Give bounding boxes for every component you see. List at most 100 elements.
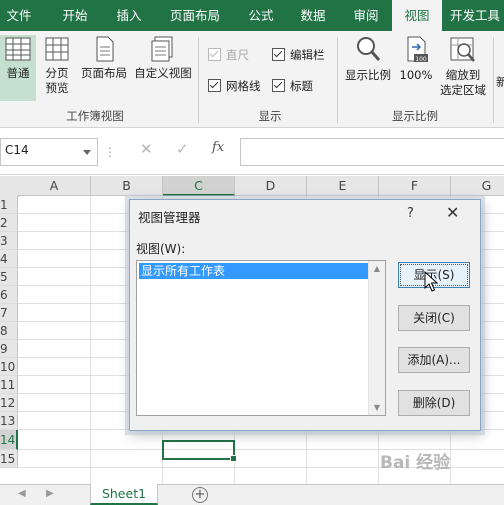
close-icon[interactable]: ✕	[446, 203, 459, 222]
column-header-f[interactable]: F	[379, 176, 451, 196]
formula-bar: C14 ⋮ ✕ ✓ fx	[0, 128, 504, 175]
sheet-nav-prev-icon[interactable]: ◀	[18, 488, 26, 499]
delete-view-button[interactable]: 删除(D)	[398, 390, 470, 416]
ribbon-view: 普通 分页 预览 页面布局 自定义视图 工作簿视图 直尺 编辑栏 网格线 标题 …	[0, 31, 504, 128]
tab-page-layout[interactable]: 页面布局	[163, 0, 227, 31]
column-header-g[interactable]: G	[451, 176, 504, 196]
formula-input[interactable]	[240, 138, 504, 166]
scroll-up-icon[interactable]: ▲	[369, 264, 385, 273]
checkbox-box	[272, 48, 285, 61]
row-header-10[interactable]: 10	[0, 358, 18, 376]
tab-view[interactable]: 视图	[392, 0, 442, 32]
active-cell-c14[interactable]	[162, 440, 237, 462]
row-header-7[interactable]: 7	[0, 304, 18, 322]
cancel-icon[interactable]: ✕	[140, 140, 153, 158]
name-box-value: C14	[5, 143, 29, 157]
svg-text:100: 100	[415, 56, 427, 63]
row-header-5[interactable]: 5	[0, 268, 18, 286]
checkbox-box	[208, 48, 221, 61]
zoom-100-label: 100%	[399, 68, 433, 82]
new-window-button[interactable]: 新	[496, 75, 504, 90]
tab-data[interactable]: 数据	[290, 0, 336, 31]
close-button[interactable]: 关闭(C)	[398, 305, 470, 331]
page-layout-icon	[96, 36, 114, 62]
custom-views-label: 自定义视图	[134, 66, 192, 80]
row-header-11[interactable]: 11	[0, 376, 18, 394]
tab-home[interactable]: 开始	[52, 0, 98, 31]
row-header-14[interactable]: 14	[0, 430, 18, 450]
sheet-tab-sheet1[interactable]: Sheet1	[90, 484, 158, 505]
zoom-to-selection-label: 缩放到 选定区域	[440, 68, 486, 97]
zoom-to-selection-icon	[450, 37, 475, 62]
group-divider	[198, 37, 199, 123]
group-divider	[337, 37, 338, 123]
normal-view-button[interactable]: 普通	[0, 35, 36, 101]
dialog-title: 视图管理器	[138, 210, 201, 225]
page-layout-view-button[interactable]: 页面布局	[78, 35, 130, 81]
views-listbox[interactable]: 显示所有工作表 ▲ ▼	[136, 260, 386, 416]
headings-label: 标题	[290, 79, 313, 93]
scroll-down-icon[interactable]: ▼	[369, 403, 385, 412]
group-divider	[493, 37, 494, 123]
row-header-2[interactable]: 2	[0, 214, 18, 232]
add-view-button[interactable]: 添加(A)...	[398, 347, 470, 373]
add-sheet-icon[interactable]: +	[192, 487, 208, 503]
checkbox-box	[208, 79, 221, 92]
zoom-button[interactable]: 显示比例	[340, 35, 396, 83]
select-all-corner[interactable]	[0, 176, 19, 197]
row-header-3[interactable]: 3	[0, 232, 18, 250]
workbook-views-group-label: 工作簿视图	[66, 109, 124, 123]
tab-developer[interactable]: 开发工具	[450, 0, 504, 31]
listbox-scrollbar[interactable]: ▲ ▼	[368, 261, 385, 415]
gridlines-label: 网格线	[226, 79, 261, 93]
insert-function-icon[interactable]: fx	[212, 140, 224, 155]
page-break-preview-button[interactable]: 分页 预览	[40, 35, 74, 96]
column-header-b[interactable]: B	[91, 176, 163, 196]
show-group-label: 显示	[258, 109, 282, 123]
enter-icon[interactable]: ✓	[176, 140, 189, 158]
row-header-13[interactable]: 13	[0, 412, 18, 430]
tab-review[interactable]: 审阅	[343, 0, 389, 31]
zoom-group-label: 显示比例	[392, 109, 438, 123]
normal-view-label: 普通	[6, 66, 30, 80]
new-window-label: 新	[496, 75, 504, 89]
tab-formulas[interactable]: 公式	[238, 0, 284, 31]
zoom-label: 显示比例	[345, 68, 391, 82]
watermark: Bai 经验	[380, 453, 451, 473]
custom-views-icon	[151, 36, 173, 62]
sheet-nav-next-icon[interactable]: ▶	[46, 488, 54, 499]
row-header-4[interactable]: 4	[0, 250, 18, 268]
column-header-d[interactable]: D	[235, 176, 307, 196]
row-header-1[interactable]: 1	[0, 196, 18, 214]
row-header-9[interactable]: 9	[0, 340, 18, 358]
zoom-to-selection-button[interactable]: 缩放到 选定区域	[436, 35, 490, 98]
custom-views-button[interactable]: 自定义视图	[132, 35, 194, 81]
column-header-a[interactable]: A	[18, 176, 91, 196]
tab-file[interactable]: 文件	[0, 0, 38, 31]
gridlines-checkbox[interactable]: 网格线	[208, 78, 261, 94]
checkbox-box	[272, 79, 285, 92]
row-header-8[interactable]: 8	[0, 322, 18, 340]
views-label: 视图(W):	[136, 242, 186, 256]
chevron-down-icon[interactable]	[83, 150, 91, 155]
tab-insert[interactable]: 插入	[106, 0, 152, 31]
help-icon[interactable]: ?	[407, 206, 414, 221]
formula-bar-checkbox[interactable]: 编辑栏	[272, 47, 325, 63]
column-header-e[interactable]: E	[307, 176, 379, 196]
ruler-checkbox[interactable]: 直尺	[208, 47, 249, 63]
zoom-100-icon: 100	[407, 36, 428, 63]
column-header-c[interactable]: C	[163, 176, 235, 196]
row-header-6[interactable]: 6	[0, 286, 18, 304]
headings-checkbox[interactable]: 标题	[272, 78, 313, 94]
name-box[interactable]: C14	[0, 138, 98, 166]
mouse-pointer-icon	[424, 271, 438, 292]
zoom-100-button[interactable]: 100 100%	[398, 35, 434, 83]
row-header-12[interactable]: 12	[0, 394, 18, 412]
formula-bar-grip[interactable]: ⋮	[104, 145, 117, 159]
page-layout-view-label: 页面布局	[81, 66, 127, 80]
sheet-tab-bar: ◀ ▶ Sheet1 +	[0, 484, 504, 505]
page-break-preview-label: 分页 预览	[45, 66, 69, 95]
list-item[interactable]: 显示所有工作表	[139, 263, 368, 279]
row-header-15[interactable]: 15	[0, 450, 18, 468]
gridline	[90, 196, 91, 484]
